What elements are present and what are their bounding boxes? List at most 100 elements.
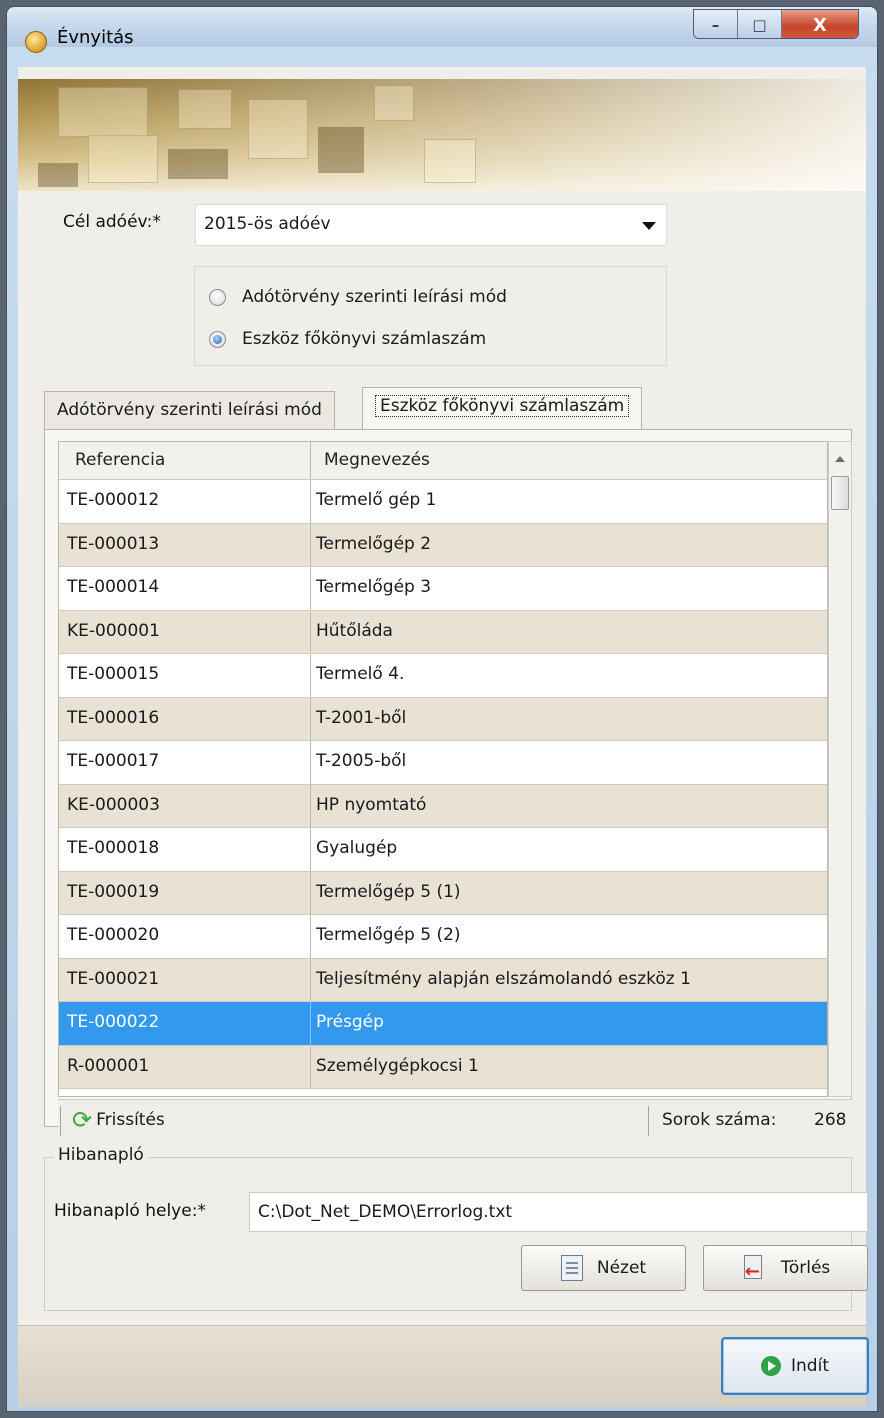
delete-label: Törlés — [780, 1258, 831, 1278]
cell-name: Gyalugép — [316, 838, 398, 858]
tab-ledger-account[interactable]: Eszköz főkönyvi számlaszám — [362, 387, 643, 431]
cell-reference: TE-000021 — [67, 968, 160, 989]
table-row[interactable]: TE-000015 Termelő 4. — [59, 654, 827, 698]
table-row[interactable]: TE-000012 Termelő gép 1 — [59, 480, 827, 524]
cell-name: T-2005-ből — [316, 751, 407, 771]
table-row[interactable]: TE-000013 Termelőgép 2 — [59, 523, 827, 567]
error-log-path-label: Hibanapló helye:* — [54, 1201, 206, 1221]
view-button[interactable]: Nézet — [521, 1245, 686, 1291]
cell-reference: TE-000018 — [67, 838, 160, 858]
minimize-button[interactable]: – — [694, 10, 738, 38]
refresh-icon: ⟳ — [72, 1106, 93, 1134]
cell-name: Termelőgép 5 (1) — [316, 881, 461, 902]
table-row[interactable]: KE-000001 Hűtőláda — [59, 610, 827, 654]
grid-statusbar: ⟳ Frissítés Sorok száma: 268 — [58, 1099, 852, 1143]
delete-document-icon: ← — [741, 1255, 767, 1281]
cell-name: Présgép — [316, 1012, 384, 1032]
play-icon — [761, 1356, 782, 1376]
column-header-reference[interactable]: Referencia — [75, 450, 165, 470]
target-year-value: 2015-ös adóév — [204, 214, 331, 234]
refresh-button[interactable]: ⟳ Frissítés — [72, 1108, 165, 1132]
app-icon — [25, 31, 47, 53]
table-row[interactable]: R-000001 Személygépkocsi 1 — [59, 1045, 827, 1089]
grid-scrollbar[interactable] — [828, 441, 852, 1097]
cell-name: Hűtőláda — [316, 620, 393, 641]
cell-name: Termelő gép 1 — [316, 490, 437, 510]
column-divider — [310, 523, 311, 566]
cell-name: Termelőgép 2 — [316, 533, 432, 554]
column-divider — [310, 741, 311, 784]
chevron-down-icon — [642, 222, 656, 230]
cell-name: Termelőgép 3 — [316, 577, 432, 597]
column-divider — [310, 828, 311, 871]
column-divider — [310, 915, 311, 958]
radio-label: Adótörvény szerinti leírási mód — [242, 287, 507, 307]
cell-reference: TE-000012 — [67, 490, 160, 510]
document-icon — [560, 1255, 583, 1281]
maximize-button[interactable]: □ — [738, 10, 782, 38]
view-label: Nézet — [596, 1258, 647, 1278]
tab-tax-law-mode[interactable]: Adótörvény szerinti leírási mód — [44, 391, 335, 429]
cell-reference: TE-000019 — [67, 881, 160, 902]
target-year-dropdown[interactable]: 2015-ös adóév — [195, 204, 667, 246]
table-row[interactable]: TE-000016 T-2001-ből — [59, 697, 827, 741]
scroll-thumb[interactable] — [831, 476, 849, 510]
column-divider — [310, 1002, 311, 1045]
asset-grid: Referencia Megnevezés TE-000012 Termelő g… — [58, 441, 828, 1097]
radio-button-icon — [209, 288, 226, 306]
start-button[interactable]: Indít — [721, 1337, 869, 1395]
radio-button-selected-icon — [209, 330, 226, 348]
cell-reference: TE-000013 — [67, 533, 160, 554]
error-log-path-value: C:\Dot_Net_DEMO\Errorlog.txt — [258, 1202, 513, 1222]
row-count-value: 268 — [814, 1110, 847, 1130]
table-row[interactable]: TE-000022 Présgép — [59, 1002, 827, 1046]
column-divider — [310, 871, 311, 914]
table-row[interactable]: KE-000003 HP nyomtató — [59, 784, 827, 828]
title-bar[interactable]: Évnyitás – □ X — [7, 7, 877, 53]
start-label: Indít — [791, 1356, 829, 1376]
cell-reference: KE-000003 — [67, 794, 160, 815]
table-row[interactable]: TE-000020 Termelőgép 5 (2) — [59, 915, 827, 959]
delete-button[interactable]: ← Törlés — [703, 1245, 868, 1291]
grid-header: Referencia Megnevezés — [59, 442, 827, 480]
cell-reference: TE-000017 — [67, 751, 160, 771]
column-divider — [310, 697, 311, 740]
close-button[interactable]: X — [782, 10, 858, 38]
column-divider — [310, 784, 311, 827]
column-divider — [310, 654, 311, 697]
window-title: Évnyitás — [57, 27, 134, 48]
error-log-title: Hibanapló — [54, 1145, 148, 1165]
cell-reference: R-000001 — [67, 1055, 150, 1076]
cell-reference: TE-000016 — [67, 707, 160, 728]
table-row[interactable]: TE-000014 Termelőgép 3 — [59, 567, 827, 611]
cell-name: HP nyomtató — [316, 794, 427, 815]
column-divider — [310, 480, 311, 523]
error-log-path-input[interactable]: C:\Dot_Net_DEMO\Errorlog.txt — [249, 1192, 868, 1232]
client-area: Cél adóév:* 2015-ös adóév Adótörvény sze… — [18, 67, 869, 1407]
tab-label: Eszköz főkönyvi számlaszám — [375, 395, 630, 417]
cell-name: T-2001-ből — [316, 707, 407, 728]
cell-name: Termelő 4. — [316, 664, 405, 684]
column-header-name[interactable]: Megnevezés — [324, 450, 430, 470]
radio-label: Eszköz főkönyvi számlaszám — [242, 329, 487, 349]
radio-tax-law-mode[interactable]: Adótörvény szerinti leírási mód — [209, 287, 507, 307]
scroll-up-icon[interactable] — [835, 456, 845, 462]
cell-reference: TE-000022 — [67, 1012, 160, 1032]
separator — [648, 1106, 649, 1136]
column-divider — [310, 610, 311, 653]
table-row[interactable]: TE-000017 T-2005-ből — [59, 741, 827, 785]
table-row[interactable]: TE-000019 Termelőgép 5 (1) — [59, 871, 827, 915]
window-controls: – □ X — [693, 9, 859, 39]
cell-reference: TE-000014 — [67, 577, 160, 597]
column-divider — [310, 442, 311, 479]
table-row[interactable]: TE-000021 Teljesítmény alapján elszámolan… — [59, 958, 827, 1002]
header-banner-image — [18, 79, 866, 191]
radio-ledger-account[interactable]: Eszköz főkönyvi számlaszám — [209, 329, 486, 349]
mode-radio-group: Adótörvény szerinti leírási mód Eszköz f… — [194, 266, 667, 366]
column-divider — [310, 1045, 311, 1088]
cell-reference: TE-000015 — [67, 664, 160, 684]
window: Évnyitás – □ X Cél adóév:* 2015-ös adóév — [6, 6, 878, 1412]
cell-name: Személygépkocsi 1 — [316, 1055, 479, 1076]
table-row[interactable]: TE-000018 Gyalugép — [59, 828, 827, 872]
target-year-label: Cél adóév:* — [63, 212, 161, 232]
